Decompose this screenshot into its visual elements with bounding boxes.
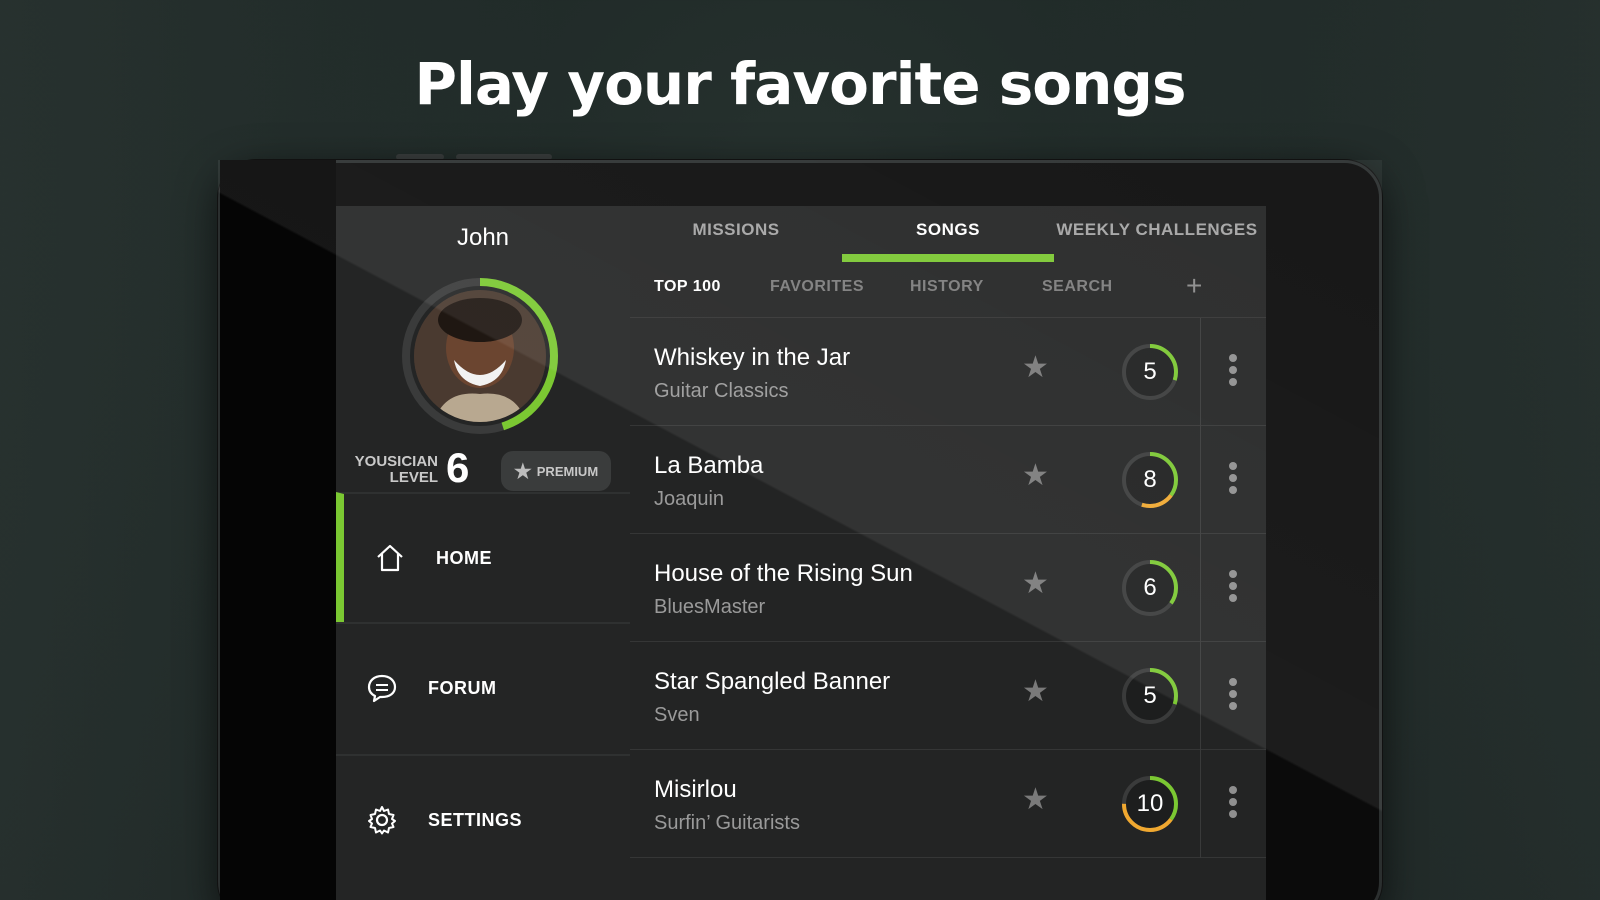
subtab-bar: TOP 100 FAVORITES HISTORY SEARCH + — [630, 262, 1266, 318]
subtab-history[interactable]: HISTORY — [910, 278, 984, 296]
song-menu-button[interactable] — [1200, 750, 1266, 858]
tab-bar: MISSIONS SONGS WEEKLY CHALLENGES — [630, 206, 1266, 262]
active-tab-indicator — [842, 254, 1054, 262]
difficulty-badge: 5 — [1120, 666, 1180, 726]
level-number: 6 — [446, 444, 470, 491]
difficulty-badge: 6 — [1120, 558, 1180, 618]
avatar[interactable] — [400, 276, 560, 436]
tab-songs[interactable]: SONGS — [842, 220, 1054, 240]
nav-label-settings: SETTINGS — [428, 809, 523, 830]
gear-icon — [366, 804, 398, 836]
song-artist: Surfin’ Guitarists — [654, 812, 800, 834]
favorite-star-icon[interactable]: ★ — [1022, 674, 1049, 709]
more-vertical-icon — [1229, 570, 1239, 606]
song-artist: Guitar Classics — [654, 380, 789, 402]
song-row[interactable]: La Bamba Joaquin ★ 8 — [630, 426, 1266, 534]
song-menu-button[interactable] — [1200, 534, 1266, 642]
level-progress-ring — [402, 278, 558, 434]
favorite-star-icon[interactable]: ★ — [1022, 458, 1049, 493]
song-menu-button[interactable] — [1200, 642, 1266, 750]
home-icon — [374, 542, 406, 574]
favorite-star-icon[interactable]: ★ — [1022, 782, 1049, 817]
nav-label-home: HOME — [436, 547, 492, 568]
song-title: Whiskey in the Jar — [654, 344, 851, 371]
song-title: Misirlou — [654, 776, 737, 803]
level-label: YOUSICIAN LEVEL — [354, 453, 438, 486]
song-title: Star Spangled Banner — [654, 668, 891, 695]
song-row[interactable]: Star Spangled Banner Sven ★ 5 — [630, 642, 1266, 750]
difficulty-number: 5 — [1143, 682, 1157, 709]
song-row[interactable]: House of the Rising Sun BluesMaster ★ 6 — [630, 534, 1266, 642]
song-row[interactable]: Misirlou Surfin’ Guitarists ★ 10 — [630, 750, 1266, 858]
subtab-favorites[interactable]: FAVORITES — [770, 278, 864, 296]
subtab-top-100[interactable]: TOP 100 — [654, 278, 721, 296]
song-menu-button[interactable] — [1200, 426, 1266, 534]
favorite-star-icon[interactable]: ★ — [1022, 566, 1049, 601]
song-menu-button[interactable] — [1200, 318, 1266, 426]
song-artist: Sven — [654, 704, 700, 726]
difficulty-badge: 10 — [1120, 774, 1180, 834]
page-headline: Play your favorite songs — [414, 50, 1187, 118]
star-icon: ★ — [513, 460, 532, 483]
difficulty-badge: 5 — [1120, 342, 1180, 402]
difficulty-number: 8 — [1143, 466, 1157, 493]
nav-item-home[interactable]: HOME — [336, 492, 630, 622]
difficulty-number: 6 — [1143, 574, 1157, 601]
song-title: La Bamba — [654, 452, 764, 479]
tab-weekly-challenges[interactable]: WEEKLY CHALLENGES — [1048, 220, 1266, 240]
chat-bubble-icon — [366, 672, 398, 704]
difficulty-number: 5 — [1143, 358, 1157, 385]
app-screen: John YOUSICIAN LEVEL 6 ★ PREMIUM HOME FO… — [336, 206, 1266, 900]
favorite-star-icon[interactable]: ★ — [1022, 350, 1049, 385]
difficulty-number: 10 — [1136, 790, 1164, 817]
subtab-search[interactable]: SEARCH — [1042, 278, 1113, 296]
song-row[interactable]: Whiskey in the Jar Guitar Classics ★ 5 — [630, 318, 1266, 426]
song-title: House of the Rising Sun — [654, 560, 913, 587]
more-vertical-icon — [1229, 354, 1239, 390]
username: John — [456, 224, 510, 251]
more-vertical-icon — [1229, 786, 1239, 822]
tablet-bezel — [220, 160, 336, 900]
tab-missions[interactable]: MISSIONS — [630, 220, 842, 240]
song-artist: Joaquin — [654, 488, 725, 510]
more-vertical-icon — [1229, 462, 1239, 498]
nav-item-forum[interactable]: FORUM — [336, 622, 630, 752]
sidebar: John YOUSICIAN LEVEL 6 ★ PREMIUM HOME FO… — [336, 206, 630, 900]
premium-badge[interactable]: ★ PREMIUM — [501, 451, 611, 491]
difficulty-badge: 8 — [1120, 450, 1180, 510]
main-panel: MISSIONS SONGS WEEKLY CHALLENGES TOP 100… — [630, 206, 1266, 900]
nav-label-forum: FORUM — [428, 677, 497, 698]
more-vertical-icon — [1229, 678, 1239, 714]
add-icon[interactable]: + — [1186, 270, 1202, 302]
nav-item-settings[interactable]: SETTINGS — [336, 754, 630, 884]
song-artist: BluesMaster — [654, 596, 766, 618]
